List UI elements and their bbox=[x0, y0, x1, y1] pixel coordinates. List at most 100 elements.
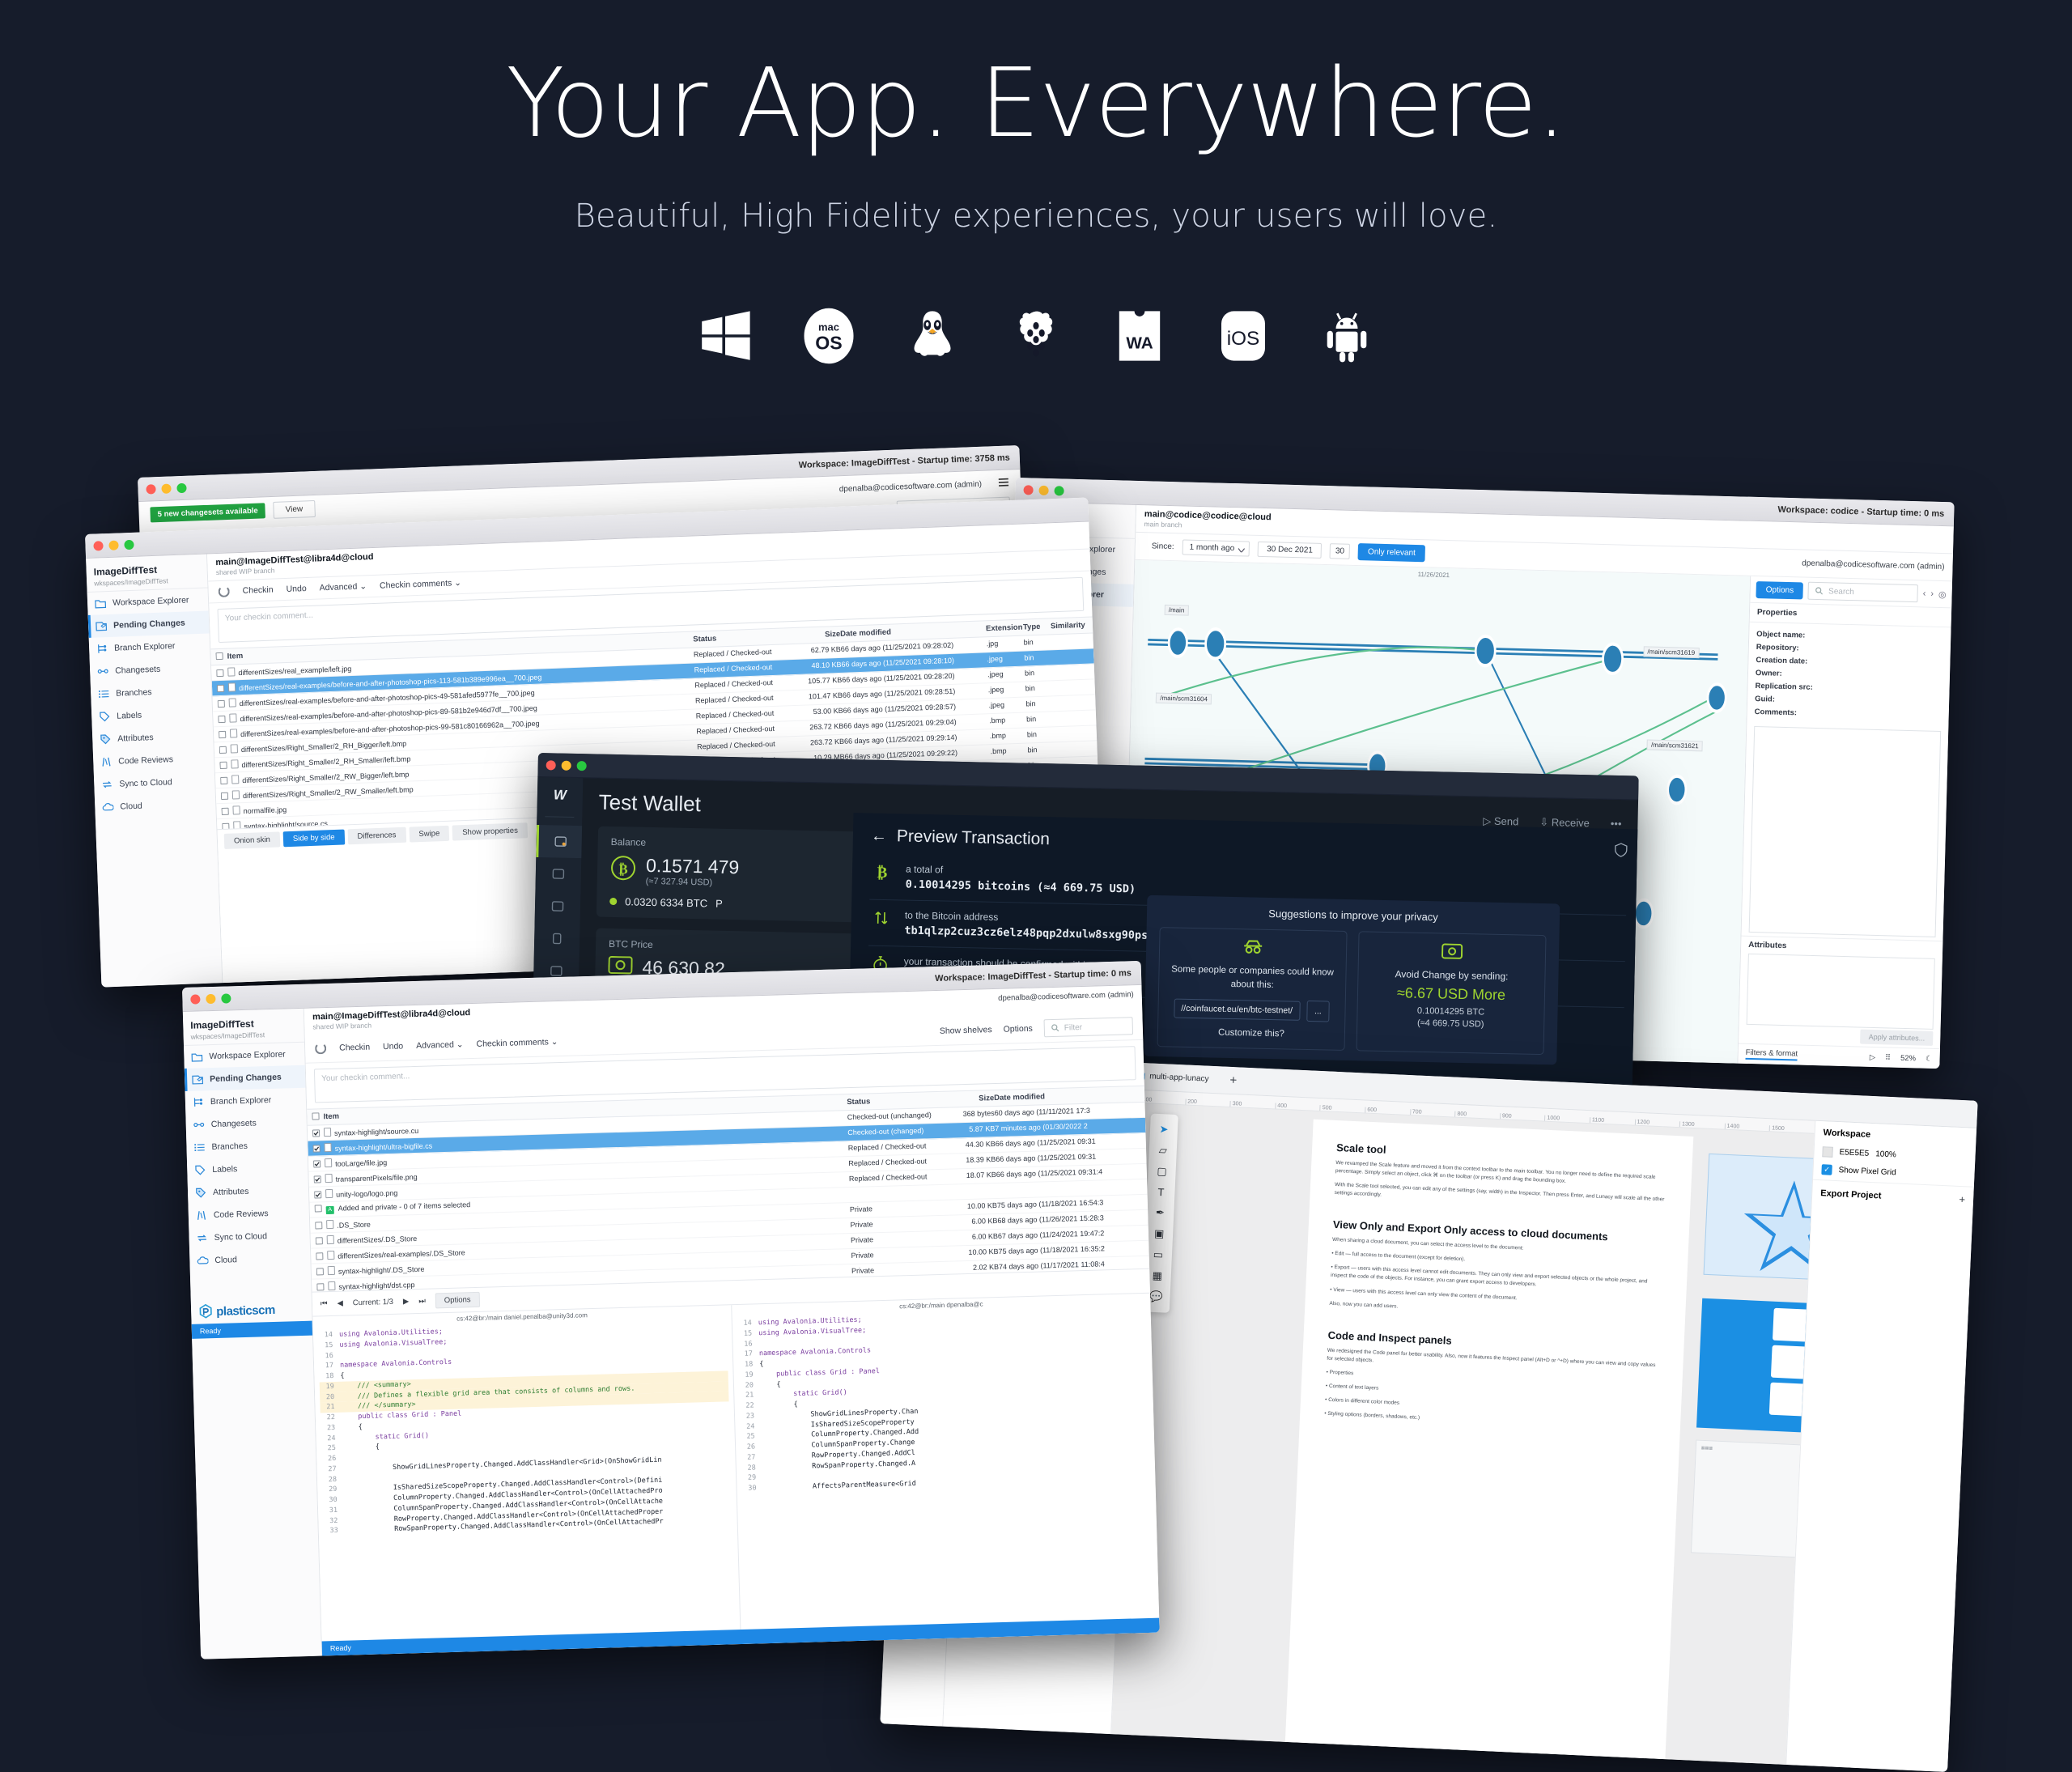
toolbar-checkin[interactable]: Checkin bbox=[339, 1043, 370, 1053]
toolbar-checkin-comments[interactable]: Checkin comments ⌄ bbox=[476, 1037, 558, 1049]
sidebar-item-branch-explorer[interactable]: Branch Explorer bbox=[185, 1088, 307, 1114]
row-checkbox[interactable] bbox=[315, 1205, 322, 1212]
sidebar-item-workspace-explorer[interactable]: Workspace Explorer bbox=[184, 1043, 305, 1069]
row-checkbox[interactable] bbox=[220, 777, 227, 784]
help-icon[interactable]: ◎ bbox=[1938, 589, 1947, 599]
last-diff-button[interactable]: ⏭ bbox=[418, 1297, 426, 1306]
dark-mode-icon[interactable]: ☾ bbox=[1926, 1054, 1933, 1063]
branch-label[interactable]: /main/scm31604 bbox=[1156, 692, 1212, 704]
row-checkbox[interactable] bbox=[217, 685, 224, 692]
row-checkbox[interactable] bbox=[312, 1129, 320, 1137]
view-changesets-button[interactable]: View bbox=[273, 500, 315, 519]
row-checkbox[interactable] bbox=[316, 1268, 324, 1275]
wallet-nav-item[interactable] bbox=[534, 922, 580, 955]
diff-options-button[interactable]: Options bbox=[435, 1292, 480, 1309]
toolbar-undo[interactable]: Undo bbox=[383, 1041, 403, 1052]
row-checkbox[interactable] bbox=[316, 1252, 323, 1260]
diff-left-pane[interactable]: cs:42@br:/main daniel.penalba@unity3d.co… bbox=[312, 1305, 741, 1641]
close-button[interactable] bbox=[190, 994, 200, 1004]
search-input[interactable]: Search bbox=[1808, 582, 1918, 603]
play-icon[interactable]: ▷ bbox=[1870, 1052, 1876, 1061]
options-button[interactable]: Options bbox=[1756, 580, 1803, 599]
rectangle-tool-icon[interactable]: ▢ bbox=[1148, 1160, 1176, 1183]
minimize-button[interactable] bbox=[108, 540, 118, 550]
row-checkbox[interactable] bbox=[312, 1145, 320, 1152]
grid-icon[interactable]: ⠿ bbox=[1885, 1053, 1891, 1062]
toolbar-advanced[interactable]: Advanced ⌄ bbox=[319, 581, 367, 593]
col-status[interactable]: Status bbox=[693, 631, 790, 644]
color-swatch[interactable] bbox=[1822, 1146, 1833, 1158]
maximize-button[interactable] bbox=[221, 993, 231, 1003]
row-checkbox[interactable] bbox=[221, 793, 228, 800]
workspace-selector[interactable]: ImageDiffTest wkspaces/ImageDiffTest bbox=[183, 1012, 304, 1046]
color-hex[interactable]: E5E5E5 bbox=[1839, 1148, 1869, 1158]
row-checkbox[interactable] bbox=[314, 1191, 321, 1198]
select-tool-icon[interactable]: ➤ bbox=[1149, 1119, 1178, 1141]
pixel-grid-checkbox[interactable]: ✓ bbox=[1821, 1164, 1832, 1175]
row-checkbox[interactable] bbox=[219, 746, 227, 754]
diff-tab-side-by-side[interactable]: Side by side bbox=[283, 830, 345, 848]
hamburger-menu-icon[interactable] bbox=[998, 476, 1010, 491]
text-tool-icon[interactable]: T bbox=[1147, 1181, 1175, 1203]
only-relevant-button[interactable]: Only relevant bbox=[1358, 543, 1425, 562]
attributes-box[interactable] bbox=[1747, 954, 1935, 1030]
diff-tab-show-properties[interactable]: Show properties bbox=[452, 822, 528, 840]
row-checkbox[interactable] bbox=[315, 1222, 322, 1229]
since-select[interactable]: 1 month ago bbox=[1182, 539, 1250, 556]
row-checkbox[interactable] bbox=[316, 1237, 323, 1244]
next-diff-button[interactable]: ▶ bbox=[403, 1297, 410, 1306]
sidebar-item-sync-to-cloud[interactable]: Sync to Cloud bbox=[189, 1224, 310, 1250]
artboard-tool-icon[interactable]: ▱ bbox=[1149, 1140, 1177, 1162]
maximize-button[interactable] bbox=[176, 482, 186, 492]
toolbar-advanced[interactable]: Advanced ⌄ bbox=[416, 1039, 464, 1051]
refresh-icon[interactable] bbox=[218, 586, 230, 598]
col-date[interactable]: Date modified bbox=[994, 1090, 1140, 1103]
close-button[interactable] bbox=[546, 760, 556, 770]
col-type[interactable]: Type bbox=[1023, 622, 1051, 631]
maximize-button[interactable] bbox=[1054, 486, 1064, 495]
col-size[interactable]: Size bbox=[944, 1094, 994, 1104]
minimize-button[interactable] bbox=[206, 993, 215, 1003]
prev-button[interactable]: ‹ bbox=[1923, 589, 1926, 598]
diff-right-pane[interactable]: cs:42@br:/main dpenalba@c 14using Avalon… bbox=[732, 1294, 1159, 1630]
col-similarity[interactable]: Similarity bbox=[1051, 621, 1088, 631]
diff-tab-swipe[interactable]: Swipe bbox=[409, 826, 450, 843]
row-checkbox[interactable] bbox=[218, 700, 225, 708]
color-opacity[interactable]: 100% bbox=[1875, 1149, 1896, 1159]
wallet-nav-active[interactable] bbox=[536, 825, 582, 858]
diff-tab-onion-skin[interactable]: Onion skin bbox=[224, 831, 281, 849]
show-shelves-button[interactable]: Show shelves bbox=[940, 1025, 992, 1036]
branch-label[interactable]: /main/scm31619 bbox=[1643, 647, 1699, 659]
select-all-checkbox[interactable] bbox=[215, 652, 223, 660]
sidebar-item-cloud[interactable]: Cloud bbox=[95, 792, 216, 818]
sidebar-item-code-reviews[interactable]: Code Reviews bbox=[188, 1201, 309, 1227]
minimize-button[interactable] bbox=[1038, 485, 1048, 495]
back-arrow-icon[interactable]: ← bbox=[871, 827, 887, 845]
comments-box[interactable] bbox=[1749, 726, 1942, 937]
select-all-checkbox[interactable] bbox=[312, 1112, 319, 1120]
row-checkbox[interactable] bbox=[314, 1175, 321, 1183]
lunacy-canvas[interactable]: 1002003004005006007008009001000110012001… bbox=[1111, 1090, 1815, 1765]
prev-diff-button[interactable]: ◀ bbox=[337, 1299, 343, 1308]
toolbar-undo[interactable]: Undo bbox=[286, 584, 307, 594]
sidebar-item-branches[interactable]: Branches bbox=[186, 1133, 308, 1159]
minimize-button[interactable] bbox=[161, 483, 171, 493]
workspace-selector[interactable]: ImageDiffTest wkspaces/ImageDiffTest bbox=[86, 558, 207, 593]
branch-label[interactable]: /main/scm31621 bbox=[1647, 739, 1703, 751]
row-checkbox[interactable] bbox=[222, 808, 229, 815]
branch-label[interactable]: /main bbox=[1165, 605, 1189, 616]
diff-tab-differences[interactable]: Differences bbox=[347, 827, 406, 845]
sidebar-item-attributes[interactable]: Attributes bbox=[188, 1179, 309, 1205]
toolbar-checkin-comments[interactable]: Checkin comments ⌄ bbox=[380, 578, 461, 591]
maximize-button[interactable] bbox=[577, 761, 587, 771]
col-date[interactable]: Date modified bbox=[840, 624, 986, 639]
sidebar-item-pending-changes[interactable]: Pending Changes bbox=[185, 1065, 306, 1091]
sidebar-item-cloud[interactable]: Cloud bbox=[189, 1247, 311, 1273]
close-button[interactable] bbox=[93, 541, 103, 550]
sidebar-item-changesets[interactable]: Changesets bbox=[185, 1111, 307, 1137]
wallet-nav-item[interactable] bbox=[535, 890, 581, 923]
close-button[interactable] bbox=[146, 484, 155, 494]
apply-attributes-button[interactable]: Apply attributes... bbox=[1860, 1030, 1933, 1046]
row-checkbox[interactable] bbox=[316, 1283, 324, 1290]
image-tool-icon[interactable]: ▣ bbox=[1145, 1222, 1174, 1245]
